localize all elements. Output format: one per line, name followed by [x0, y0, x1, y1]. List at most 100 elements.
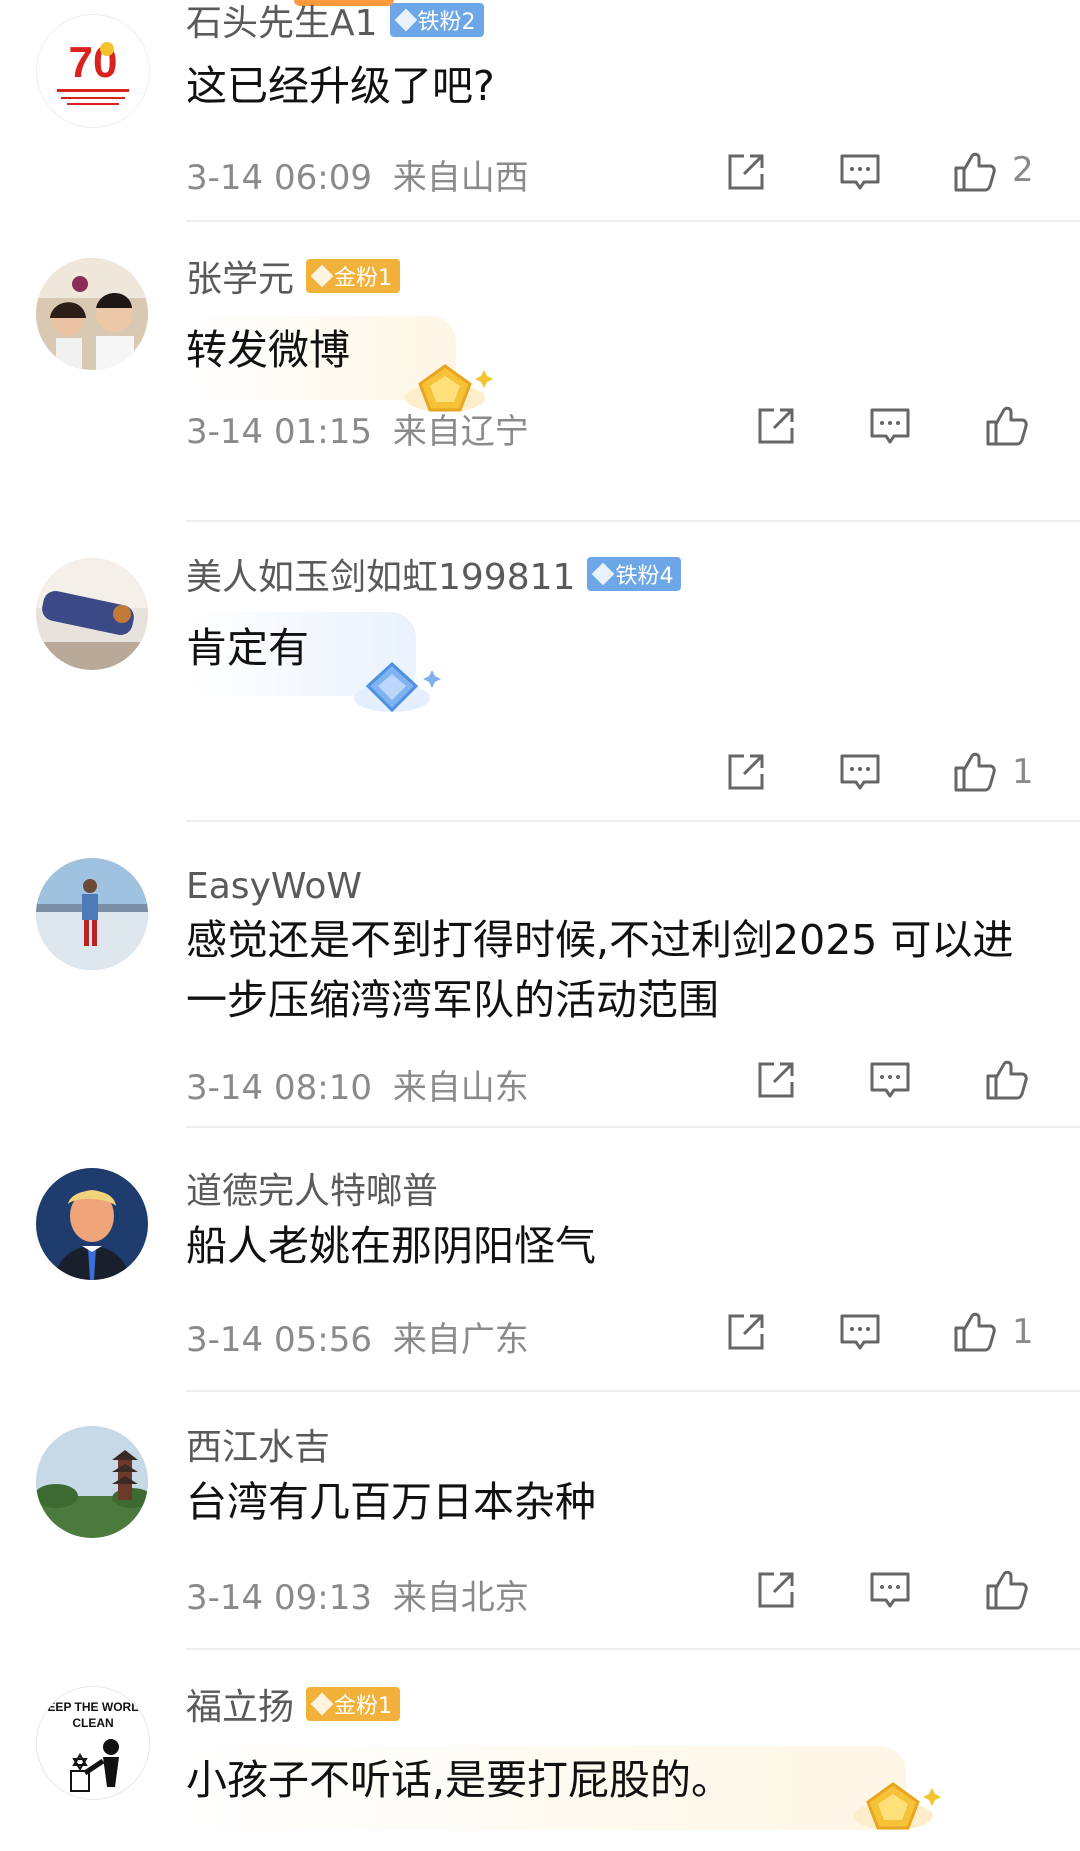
- like-button[interactable]: [982, 1056, 1030, 1104]
- comment-button[interactable]: [836, 748, 884, 796]
- comment-location: 来自山西: [392, 158, 529, 198]
- avatar[interactable]: KEEP THE WORLD CLEAN: [36, 1686, 150, 1800]
- share-button[interactable]: [722, 148, 770, 196]
- username[interactable]: 道德完人特啷普: [186, 1162, 438, 1214]
- username-row: 石头先生A1 铁粉2: [186, 0, 484, 44]
- username-row: 西江水吉: [186, 1420, 330, 1468]
- share-icon: [758, 1572, 794, 1608]
- username-row: 福立扬 金粉1: [186, 1678, 401, 1730]
- like-button[interactable]: [950, 1308, 998, 1356]
- like-count: 1: [1012, 1312, 1034, 1352]
- username[interactable]: 美人如玉剑如虹199811: [186, 548, 575, 600]
- comment-time: 3-14 06:09: [186, 158, 372, 198]
- avatar[interactable]: 70: [36, 14, 150, 128]
- comment-time: 3-14 08:10: [186, 1068, 372, 1108]
- comment-location: 来自山东: [392, 1068, 529, 1108]
- like-count: 2: [1012, 150, 1034, 190]
- comment-text: 感觉还是不到打得时候,不过利剑2025 可以进一步压缩湾湾军队的活动范围: [186, 916, 1014, 1024]
- share-icon: [728, 754, 764, 790]
- share-button[interactable]: [722, 1308, 770, 1356]
- thumbs-up-icon: [954, 152, 996, 192]
- comment-icon: [870, 1572, 910, 1608]
- share-button[interactable]: [722, 748, 770, 796]
- share-button[interactable]: [752, 1566, 800, 1614]
- like-button[interactable]: [982, 402, 1030, 450]
- gem-icon: [310, 1692, 334, 1716]
- avatar-keep-clean-logo: KEEP THE WORLD CLEAN: [37, 1687, 149, 1799]
- comment-divider: [186, 1390, 1080, 1392]
- username-row: 美人如玉剑如虹199811 铁粉4: [186, 548, 682, 600]
- comment-divider: [186, 820, 1080, 822]
- avatar[interactable]: [36, 858, 148, 970]
- comment-location: 来自北京: [392, 1578, 529, 1618]
- comment-button[interactable]: [866, 1056, 914, 1104]
- like-button[interactable]: [950, 748, 998, 796]
- avatar-logo-line2: CLEAN: [72, 1716, 113, 1730]
- fan-badge: 金粉1: [306, 1687, 401, 1721]
- comment-icon: [870, 408, 910, 444]
- comment-button[interactable]: [866, 1566, 914, 1614]
- comment-button[interactable]: [836, 148, 884, 196]
- blue-diamond-icon: [354, 661, 441, 713]
- username-row: EasyWoW: [186, 862, 362, 910]
- like-button[interactable]: [950, 148, 998, 196]
- username[interactable]: 福立扬: [186, 1678, 294, 1730]
- anniversary-logo: 70: [37, 15, 149, 127]
- avatar[interactable]: [36, 558, 148, 670]
- comment-meta: 3-14 08:10 来自山东: [186, 1060, 529, 1109]
- username-row: 道德完人特啷普: [186, 1164, 438, 1212]
- like-button[interactable]: [982, 1566, 1030, 1614]
- avatar-photo-children: [36, 258, 148, 370]
- comment-location: 来自辽宁: [392, 412, 529, 452]
- comment-icon: [840, 754, 880, 790]
- gem-icon: [310, 264, 334, 288]
- diamond-icon: [592, 562, 615, 586]
- comment-divider: [186, 1126, 1080, 1128]
- username[interactable]: 张学元: [186, 250, 294, 302]
- comment-feed: 70 石头先生A1 铁粉2 这已经升级了吧? 3-14 06:09 来自山西 2…: [0, 0, 1080, 1851]
- fan-badge-label: 金粉1: [334, 266, 393, 291]
- comment-button[interactable]: [836, 1308, 884, 1356]
- comment-text: 船人老姚在那阴阳怪气: [186, 1222, 596, 1270]
- fan-badge-label: 金粉1: [334, 1694, 393, 1719]
- avatar-photo-object: [36, 558, 148, 670]
- share-button[interactable]: [752, 402, 800, 450]
- avatar[interactable]: [36, 1426, 148, 1538]
- comment-text: 转发微博: [186, 326, 350, 374]
- comment-meta: [186, 754, 196, 794]
- comment-text: 这已经升级了吧?: [186, 62, 495, 110]
- avatar[interactable]: [36, 258, 148, 370]
- share-icon: [728, 1314, 764, 1350]
- username[interactable]: EasyWoW: [186, 866, 362, 907]
- share-icon: [728, 154, 764, 190]
- fan-badge-label: 铁粉2: [417, 10, 476, 35]
- avatar[interactable]: [36, 1168, 148, 1280]
- share-button[interactable]: [752, 1056, 800, 1104]
- comment-text: 肯定有: [186, 624, 309, 672]
- username[interactable]: 石头先生A1: [186, 0, 378, 46]
- share-icon: [758, 1062, 794, 1098]
- gold-gem-icon: [853, 1782, 941, 1830]
- fan-badge: 铁粉2: [389, 3, 484, 37]
- comment-button[interactable]: [866, 402, 914, 450]
- avatar-photo-portrait: [36, 1168, 148, 1280]
- comment-icon: [840, 1314, 880, 1350]
- username[interactable]: 西江水吉: [186, 1418, 330, 1470]
- thumbs-up-icon: [986, 1570, 1028, 1610]
- like-count: 1: [1012, 752, 1034, 792]
- thumbs-up-icon: [986, 406, 1028, 446]
- comment-location: 来自广东: [392, 1320, 529, 1360]
- comment-time: 3-14 09:13: [186, 1578, 372, 1618]
- comment-icon: [870, 1062, 910, 1098]
- fan-badge: 金粉1: [306, 259, 401, 293]
- comment-meta: 3-14 09:13 来自北京: [186, 1570, 529, 1619]
- avatar-logo-line1: KEEP THE WORLD: [39, 1700, 148, 1714]
- thumbs-up-icon: [954, 752, 996, 792]
- username-row: 张学元 金粉1: [186, 250, 401, 302]
- comment-divider: [186, 1648, 1080, 1650]
- fan-badge: 铁粉4: [587, 557, 682, 591]
- comment-time: 3-14 05:56: [186, 1320, 372, 1360]
- comment-divider: [186, 520, 1080, 522]
- comment-icon: [840, 154, 880, 190]
- avatar-photo-traveler: [36, 858, 148, 970]
